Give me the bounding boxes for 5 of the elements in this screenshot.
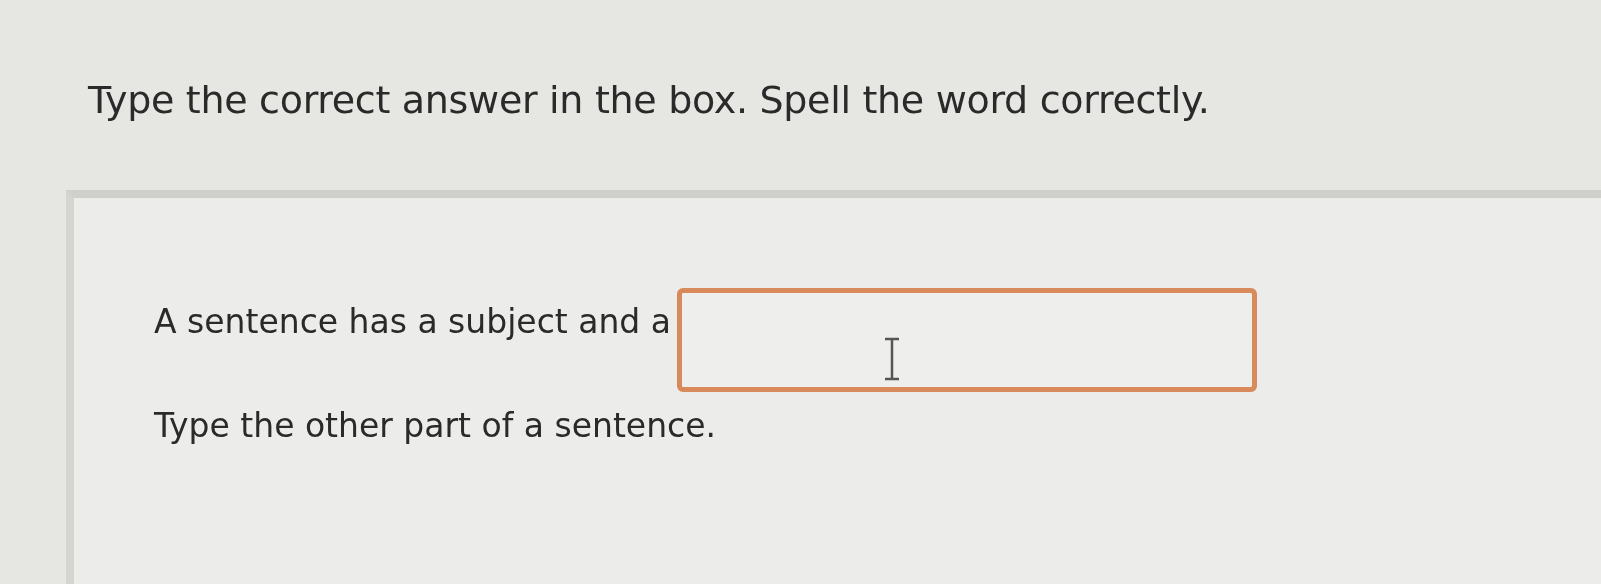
question-text: A sentence has a subject and a — [154, 302, 671, 341]
instruction-text: Type the correct answer in the box. Spell the word correctly. — [88, 78, 1211, 122]
hint-text: Type the other part of a sentence. — [154, 406, 717, 445]
text-cursor-icon — [882, 337, 902, 381]
answer-box[interactable] — [677, 288, 1257, 392]
